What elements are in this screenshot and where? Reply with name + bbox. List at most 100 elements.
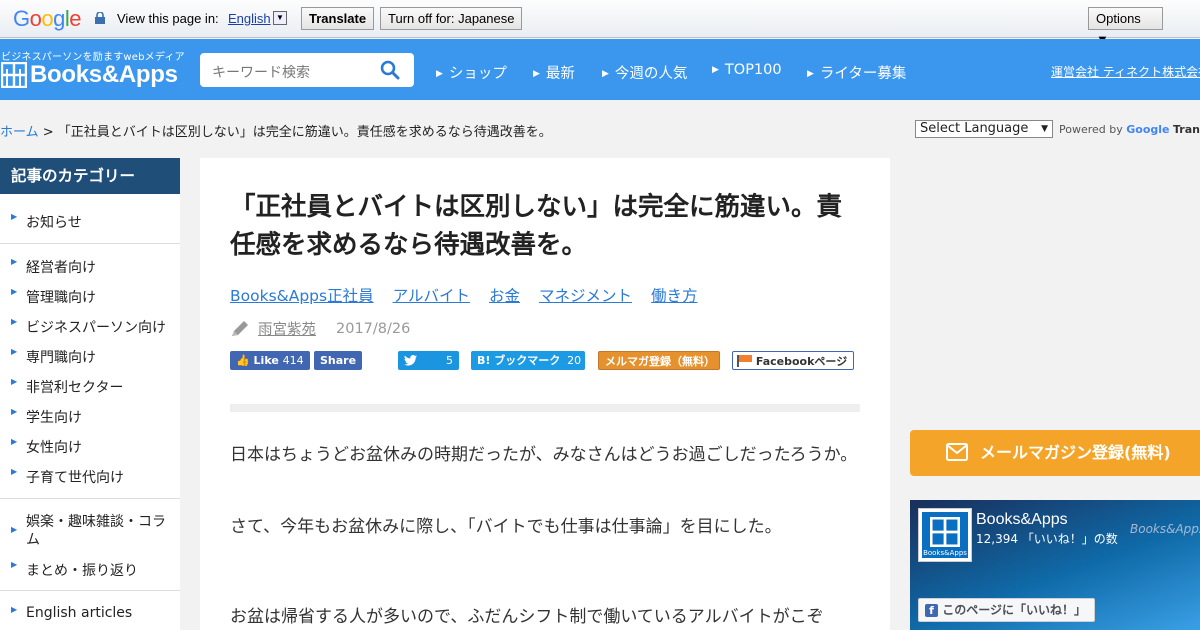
sidebar-item[interactable]: ▶ まとめ・振り返り <box>0 560 138 580</box>
tag-link[interactable]: マネジメント <box>539 287 632 305</box>
chevron-down-icon: ▼ <box>1041 124 1048 134</box>
facebook-page-label: Facebookページ <box>755 355 848 368</box>
nav-latest[interactable]: ▶ 最新 <box>533 62 575 83</box>
page-like-label: このページに「いいね！」 <box>942 603 1086 617</box>
hatena-label: ブックマーク <box>494 354 561 367</box>
translate-button[interactable]: Translate <box>301 7 375 30</box>
options-button[interactable]: Options ▼ <box>1088 7 1163 47</box>
chevron-down-icon[interactable]: ▼ <box>273 11 287 25</box>
sidebar-item[interactable]: ▶ 管理職向け <box>0 287 96 307</box>
triangle-right-icon: ▶ <box>11 212 18 221</box>
sidebar-item[interactable]: ▶ 専門職向け <box>0 347 96 367</box>
mailmag-button[interactable]: メルマガ登録（無料） <box>598 351 720 370</box>
thumbs-up-icon: 👍 <box>236 354 250 367</box>
author-link[interactable]: 雨宮紫苑 <box>258 318 316 339</box>
powered-by-google: Powered by Google Translate <box>1059 123 1200 136</box>
nav-weekly-popular[interactable]: ▶ 今週の人気 <box>602 62 687 83</box>
triangle-right-icon: ▶ <box>436 69 443 79</box>
nav-shop[interactable]: ▶ ショップ <box>436 62 507 83</box>
hatena-bookmark-button[interactable]: B! ブックマーク 20 <box>471 351 585 370</box>
tag-link[interactable]: お金 <box>489 287 520 305</box>
nav-writer-recruit[interactable]: ▶ ライター募集 <box>807 62 906 83</box>
powered-by-label: Powered by <box>1059 123 1123 136</box>
tweet-button[interactable]: 5 <box>398 351 459 370</box>
page-avatar[interactable]: Books&Apps <box>918 508 972 562</box>
sidebar-item-label: 非営利セクター <box>26 380 124 396</box>
tag-link[interactable]: 働き方 <box>651 287 698 305</box>
tag-link[interactable]: アルバイト <box>393 287 470 305</box>
cover-watermark: Books&Apps <box>1130 522 1200 536</box>
logo-mark-icon <box>1 62 27 88</box>
company-link[interactable]: 運営会社 ティネクト株式会社 <box>1051 63 1200 80</box>
mail-magazine-button[interactable]: メールマガジン登録(無料) <box>910 430 1200 476</box>
sidebar-item-label: 女性向け <box>26 440 82 456</box>
nav-label: 今週の人気 <box>614 66 688 82</box>
pencil-icon <box>232 320 248 336</box>
flag-icon <box>737 355 752 367</box>
envelope-icon <box>946 443 968 461</box>
turn-off-button[interactable]: Turn off for: Japanese <box>380 7 523 30</box>
sidebar-item-label: 管理職向け <box>26 290 96 306</box>
article-paragraph: 日本はちょうどお盆休みの時期だったが、みなさんはどうお過ごしだったろうか。 <box>230 445 858 465</box>
page-like-button[interactable]: f このページに「いいね！」 <box>918 598 1095 622</box>
nav-label: 最新 <box>545 66 575 82</box>
category-sidebar: 記事のカテゴリー ▶ お知らせ ▶ 経営者向け ▶ 管理職向け ▶ ビジネスパーソン向け… <box>0 158 180 630</box>
triangle-right-icon: ▶ <box>11 437 18 446</box>
triangle-right-icon: ▶ <box>602 69 609 79</box>
search-input[interactable]: キーワード検索 <box>200 53 414 87</box>
avatar-inner: Books&Apps <box>922 512 968 558</box>
facebook-page-button[interactable]: Facebookページ <box>732 351 854 370</box>
sidebar-item[interactable]: ▶ 経営者向け <box>0 257 96 277</box>
triangle-right-icon: ▶ <box>712 65 719 75</box>
facebook-icon: f <box>925 604 938 617</box>
logo-text: Books&Apps <box>30 61 178 88</box>
sidebar-item[interactable]: ▶ お知らせ <box>0 212 82 232</box>
triangle-right-icon: ▶ <box>533 69 540 79</box>
sidebar-item[interactable]: ▶ 学生向け <box>0 407 82 427</box>
article-divider <box>230 404 860 412</box>
sidebar-divider <box>0 590 180 591</box>
triangle-right-icon: ▶ <box>11 407 18 416</box>
triangle-right-icon: ▶ <box>11 525 18 534</box>
triangle-right-icon: ▶ <box>11 257 18 266</box>
language-select[interactable]: Select Language ▼ <box>915 120 1053 138</box>
sidebar-item-label: 子育て世代向け <box>26 470 124 486</box>
sidebar-item[interactable]: ▶ ビジネスパーソン向け <box>0 317 166 337</box>
page-name-link[interactable]: Books&Apps <box>976 511 1068 529</box>
mail-magazine-label: メールマガジン登録(無料) <box>980 443 1171 462</box>
google-wordmark: Google <box>1126 123 1170 136</box>
facebook-like-button[interactable]: 👍 Like 414 <box>230 351 310 370</box>
triangle-right-icon: ▶ <box>11 377 18 386</box>
sidebar-item[interactable]: ▶ 子育て世代向け <box>0 467 124 487</box>
sidebar-item[interactable]: ▶ 非営利セクター <box>0 377 123 397</box>
nav-label: ライター募集 <box>819 66 907 82</box>
lock-icon <box>95 12 105 24</box>
site-header: ビジネスパーソンを励ますwebメディア Books&Apps キーワード検索 ▶… <box>0 39 1200 100</box>
sidebar-item[interactable]: ▶ English articles <box>0 605 132 621</box>
fb-like-count: 414 <box>282 354 304 367</box>
google-logo: Google <box>13 6 82 31</box>
tweet-count: 5 <box>446 354 453 367</box>
breadcrumb-current: 「正社員とバイトは区別しない」は完全に筋違い。責任感を求めるなら待遇改善を。 <box>57 125 552 140</box>
tag-link[interactable]: Books&Apps正社員 <box>230 287 374 305</box>
site-logo[interactable]: Books&Apps <box>1 61 178 89</box>
breadcrumb-separator: > <box>38 125 58 140</box>
article: 「正社員とバイトは区別しない」は完全に筋違い。責任感を求めるなら待遇改善を。 B… <box>200 158 890 630</box>
search-icon[interactable] <box>380 60 400 80</box>
facebook-page-widget: Books&Apps Books&Apps 12,394 「いいね！」の数 Bo… <box>910 500 1200 630</box>
fb-like-label: Like <box>253 354 279 367</box>
search-placeholder: キーワード検索 <box>212 65 310 81</box>
breadcrumb-home[interactable]: ホーム <box>0 125 39 140</box>
sidebar-item[interactable]: ▶ 女性向け <box>0 437 82 457</box>
article-meta: 雨宮紫苑 2017/8/26 <box>230 318 410 339</box>
sidebar-item[interactable]: ▶ 娯楽・趣味雑談・コラム <box>0 513 170 549</box>
publish-date: 2017/8/26 <box>336 320 411 337</box>
article-paragraph: さて、今年もお盆休みに際し、「バイトでも仕事は仕事論」を目にした。 <box>230 517 782 537</box>
nav-label: TOP100 <box>724 62 782 78</box>
triangle-right-icon: ▶ <box>807 69 814 79</box>
nav-top100[interactable]: ▶ TOP100 <box>712 62 782 78</box>
breadcrumb: ホーム > 「正社員とバイトは区別しない」は完全に筋違い。責任感を求めるなら待遇… <box>0 121 552 140</box>
nav-label: ショップ <box>448 66 507 82</box>
target-language-select[interactable]: English <box>228 11 271 26</box>
facebook-share-button[interactable]: Share <box>314 351 363 370</box>
